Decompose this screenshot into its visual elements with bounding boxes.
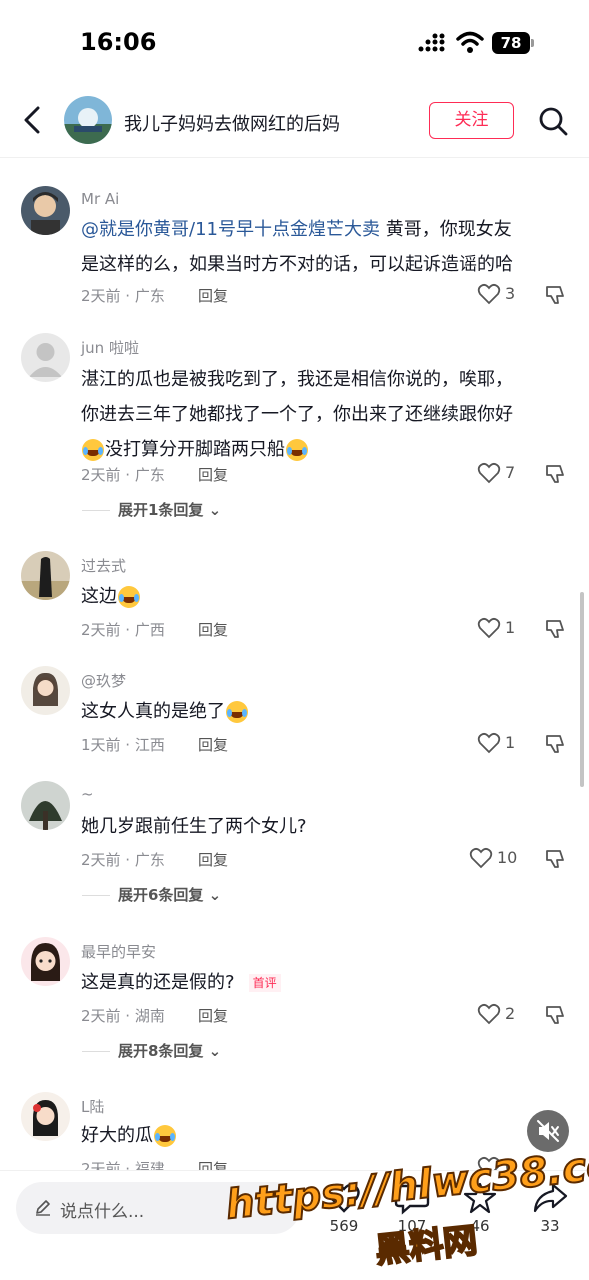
comment-item: @玖梦 这女人真的是绝了 1天前 · 江西 回复 1 <box>0 666 589 761</box>
comment-meta: 2天前 · 广东 <box>81 466 165 484</box>
back-arrow-icon[interactable] <box>18 104 48 136</box>
comment-username[interactable]: Mr Ai <box>81 190 119 208</box>
comment-meta: 2天前 · 广东 <box>81 851 165 869</box>
top-nav: 我儿子妈妈去做网红的后妈 关注 <box>0 88 589 158</box>
status-time: 16:06 <box>80 28 157 56</box>
comment-item: 最早的早安 这是真的还是假的? 首评 2天前 · 湖南 回复 2 展开8条回复 ⌄ <box>0 937 589 1067</box>
comment-text: 这是真的还是假的? 首评 <box>81 965 561 1000</box>
avatar[interactable] <box>21 666 70 715</box>
cellular-signal-icon <box>418 33 445 52</box>
scrollbar[interactable] <box>580 592 584 787</box>
comment-text: 这女人真的是绝了 <box>81 694 561 729</box>
comment-item: ~ 她几岁跟前任生了两个女儿? 2天前 · 广东 回复 10 展开6条回复 ⌄ <box>0 781 589 911</box>
comment-text: @就是你黄哥/11号早十点金煌芒大卖 黄哥，你现女友 是这样的么，如果当时方不对… <box>81 219 513 275</box>
reply-button[interactable]: 回复 <box>198 285 228 306</box>
comment-username[interactable]: jun 啦啦 <box>81 337 139 358</box>
cry-laugh-emoji <box>226 701 248 723</box>
dislike-icon[interactable] <box>544 463 566 485</box>
comment-text: 湛江的瓜也是被我吃到了，我还是相信你说的，唉耶， 你进去三年了她都找了一个了，你… <box>81 369 513 461</box>
cry-laugh-emoji <box>286 439 308 461</box>
like-count: 7 <box>505 463 516 482</box>
like-count: 3 <box>505 284 516 303</box>
watermark-name: 黑料网 <box>373 1220 481 1272</box>
comment-meta: 2天前 · 广东 <box>81 287 165 305</box>
reply-button[interactable]: 回复 <box>198 619 228 640</box>
speaker-muted-icon <box>537 1120 559 1142</box>
follow-button[interactable]: 关注 <box>429 102 514 139</box>
avatar[interactable] <box>21 551 70 600</box>
comment-username[interactable]: @玖梦 <box>81 670 126 691</box>
comment-item: 过去式 这边 2天前 · 广西 回复 1 <box>0 551 589 646</box>
comment-username[interactable]: L陆 <box>81 1096 104 1117</box>
comment-username[interactable]: 最早的早安 <box>81 941 156 962</box>
comment-text: 好大的瓜 <box>81 1118 561 1153</box>
mute-button[interactable] <box>527 1110 569 1152</box>
like-count: 1 <box>505 618 516 637</box>
comment-item: jun 啦啦 湛江的瓜也是被我吃到了，我还是相信你说的，唉耶， 你进去三年了她都… <box>0 333 589 528</box>
comment-meta: 2天前 · 湖南 <box>81 1007 165 1025</box>
comment-username[interactable]: ~ <box>81 785 94 803</box>
dislike-icon[interactable] <box>544 618 566 640</box>
avatar[interactable] <box>21 186 70 235</box>
expand-replies-button[interactable]: 展开6条回复 ⌄ <box>82 884 221 905</box>
heart-icon <box>469 847 493 869</box>
like-count: 2 <box>505 1004 516 1023</box>
heart-icon <box>477 1003 501 1025</box>
comment-meta: 1天前 · 江西 <box>81 736 165 754</box>
heart-icon <box>477 462 501 484</box>
reply-button[interactable]: 回复 <box>198 1158 228 1170</box>
battery-indicator: 78 <box>492 32 534 54</box>
avatar[interactable] <box>21 333 70 382</box>
cry-laugh-emoji <box>118 586 140 608</box>
watermark: https://hlwc38.com 黑料网 <box>223 1137 589 1273</box>
status-bar: 16:06 78 <box>0 0 589 88</box>
battery-level: 78 <box>500 34 522 52</box>
expand-replies-button[interactable]: 展开8条回复 ⌄ <box>82 1040 221 1061</box>
input-placeholder: 说点什么... <box>60 1202 145 1222</box>
search-icon[interactable] <box>538 106 568 136</box>
author-title[interactable]: 我儿子妈妈去做网红的后妈 <box>124 110 340 136</box>
comment-username[interactable]: 过去式 <box>81 555 126 576</box>
comment-text: 她几岁跟前任生了两个女儿? <box>81 816 307 837</box>
comment-meta: 2天前 · 福建 <box>81 1160 165 1170</box>
avatar[interactable] <box>21 1092 70 1141</box>
like-count: 1 <box>505 733 516 752</box>
heart-icon <box>477 617 501 639</box>
expand-replies-button[interactable]: 展开1条回复 ⌄ <box>82 499 221 520</box>
avatar[interactable] <box>21 937 70 986</box>
reply-button[interactable]: 回复 <box>198 734 228 755</box>
avatar[interactable] <box>21 781 70 830</box>
mention-link[interactable]: @就是你黄哥/11号早十点金煌芒大卖 <box>81 219 380 240</box>
dislike-icon[interactable] <box>544 284 566 306</box>
comment-meta: 2天前 · 广西 <box>81 621 165 639</box>
cry-laugh-emoji <box>154 1125 176 1147</box>
cry-laugh-emoji <box>82 439 104 461</box>
wifi-icon <box>456 31 484 53</box>
reply-button[interactable]: 回复 <box>198 849 228 870</box>
pen-icon <box>36 1200 50 1216</box>
comment-item: Mr Ai @就是你黄哥/11号早十点金煌芒大卖 黄哥，你现女友 是这样的么，如… <box>0 186 589 316</box>
reply-button[interactable]: 回复 <box>198 1005 228 1026</box>
reply-button[interactable]: 回复 <box>198 464 228 485</box>
like-count: 10 <box>497 848 518 867</box>
first-comment-badge: 首评 <box>248 974 281 992</box>
dislike-icon[interactable] <box>544 848 566 870</box>
dislike-icon[interactable] <box>544 1004 566 1026</box>
dislike-icon[interactable] <box>544 733 566 755</box>
comment-text: 这边 <box>81 579 561 614</box>
author-avatar[interactable] <box>64 96 112 144</box>
heart-icon <box>477 732 501 754</box>
heart-icon <box>477 283 501 305</box>
